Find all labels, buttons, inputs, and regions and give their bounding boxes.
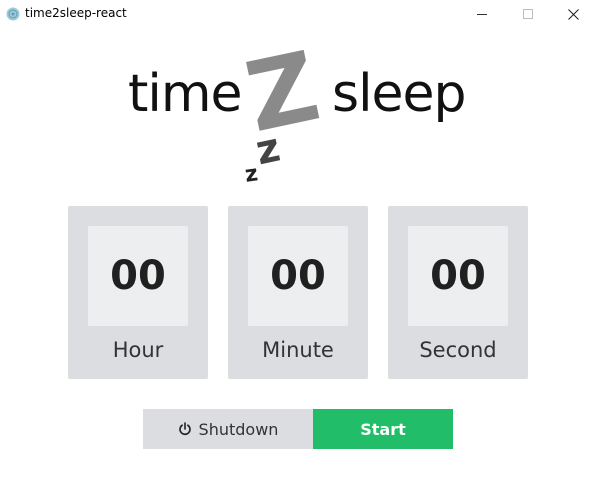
- app-logo: time Z z z sleep: [110, 38, 490, 188]
- second-label: Second: [419, 338, 497, 362]
- logo-big-z: Z: [238, 38, 328, 154]
- hour-input[interactable]: 00: [88, 226, 188, 326]
- title-bar: time2sleep-react: [0, 0, 596, 28]
- logo-word-time: time: [128, 64, 242, 124]
- shutdown-button[interactable]: Shutdown: [143, 409, 313, 449]
- power-icon: [178, 422, 191, 436]
- second-input[interactable]: 00: [408, 226, 508, 326]
- maximize-button[interactable]: [505, 0, 551, 28]
- app-icon: [6, 7, 20, 21]
- minute-card: 00 Minute: [228, 206, 368, 379]
- logo-small-z: z: [243, 161, 259, 188]
- start-label: Start: [360, 419, 406, 439]
- minimize-icon: [477, 14, 487, 15]
- window-title: time2sleep-react: [25, 6, 127, 20]
- close-icon: [567, 8, 579, 20]
- minute-input[interactable]: 00: [248, 226, 348, 326]
- shutdown-label: Shutdown: [198, 419, 279, 439]
- app-window: time2sleep-react time Z z z sleep 00 Hou…: [0, 0, 596, 478]
- logo-word-sleep: sleep: [332, 64, 467, 124]
- maximize-icon: [523, 9, 533, 19]
- minute-label: Minute: [262, 338, 334, 362]
- zzz-sleep-icon: Z z z: [238, 38, 328, 188]
- close-button[interactable]: [550, 0, 596, 28]
- hour-label: Hour: [112, 338, 164, 362]
- second-card: 00 Second: [388, 206, 528, 379]
- minimize-button[interactable]: [459, 0, 505, 28]
- start-button[interactable]: Start: [313, 409, 453, 449]
- hour-card: 00 Hour: [68, 206, 208, 379]
